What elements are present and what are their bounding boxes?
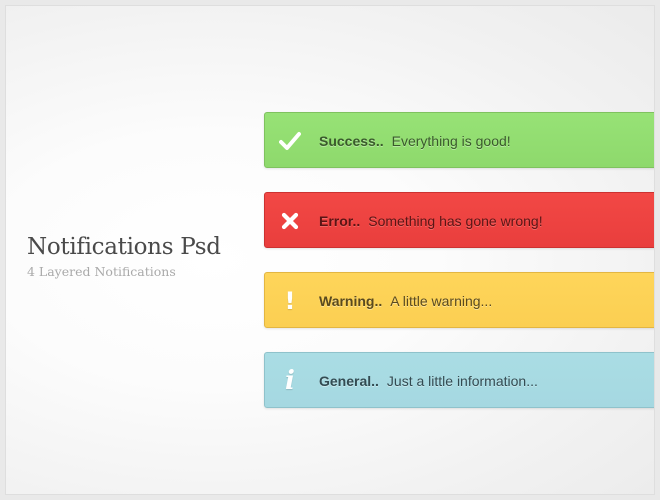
page-title: Notifications Psd [27, 234, 221, 260]
notification-message: Everything is good! [391, 133, 511, 149]
title-block: Notifications Psd 4 Layered Notification… [27, 234, 221, 279]
notification-success[interactable]: Success.. Everything is good! [264, 112, 654, 169]
notification-text: Success.. Everything is good! [319, 113, 511, 169]
notification-text: Error.. Something has gone wrong! [319, 193, 543, 249]
page-subtitle: 4 Layered Notifications [27, 264, 176, 279]
notification-message: Just a little information... [386, 373, 538, 389]
canvas-frame: Notifications Psd 4 Layered Notification… [5, 5, 655, 495]
notification-text: Warning.. A little warning... [319, 273, 492, 329]
notification-message: A little warning... [390, 293, 493, 309]
exclamation-icon: ! [284, 287, 296, 315]
close-icon [277, 207, 303, 235]
notification-label: Error.. [319, 213, 361, 229]
checkmark-icon [277, 127, 303, 155]
notification-general[interactable]: i General.. Just a little information... [264, 352, 654, 409]
notification-error[interactable]: Error.. Something has gone wrong! [264, 192, 654, 249]
notification-label: General.. [319, 373, 379, 389]
notification-message: Something has gone wrong! [368, 213, 543, 229]
notification-text: General.. Just a little information... [319, 353, 538, 409]
notification-warning[interactable]: ! Warning.. A little warning... [264, 272, 654, 329]
notification-label: Success.. [319, 133, 384, 149]
info-icon: i [285, 366, 295, 396]
notification-label: Warning.. [319, 293, 383, 309]
